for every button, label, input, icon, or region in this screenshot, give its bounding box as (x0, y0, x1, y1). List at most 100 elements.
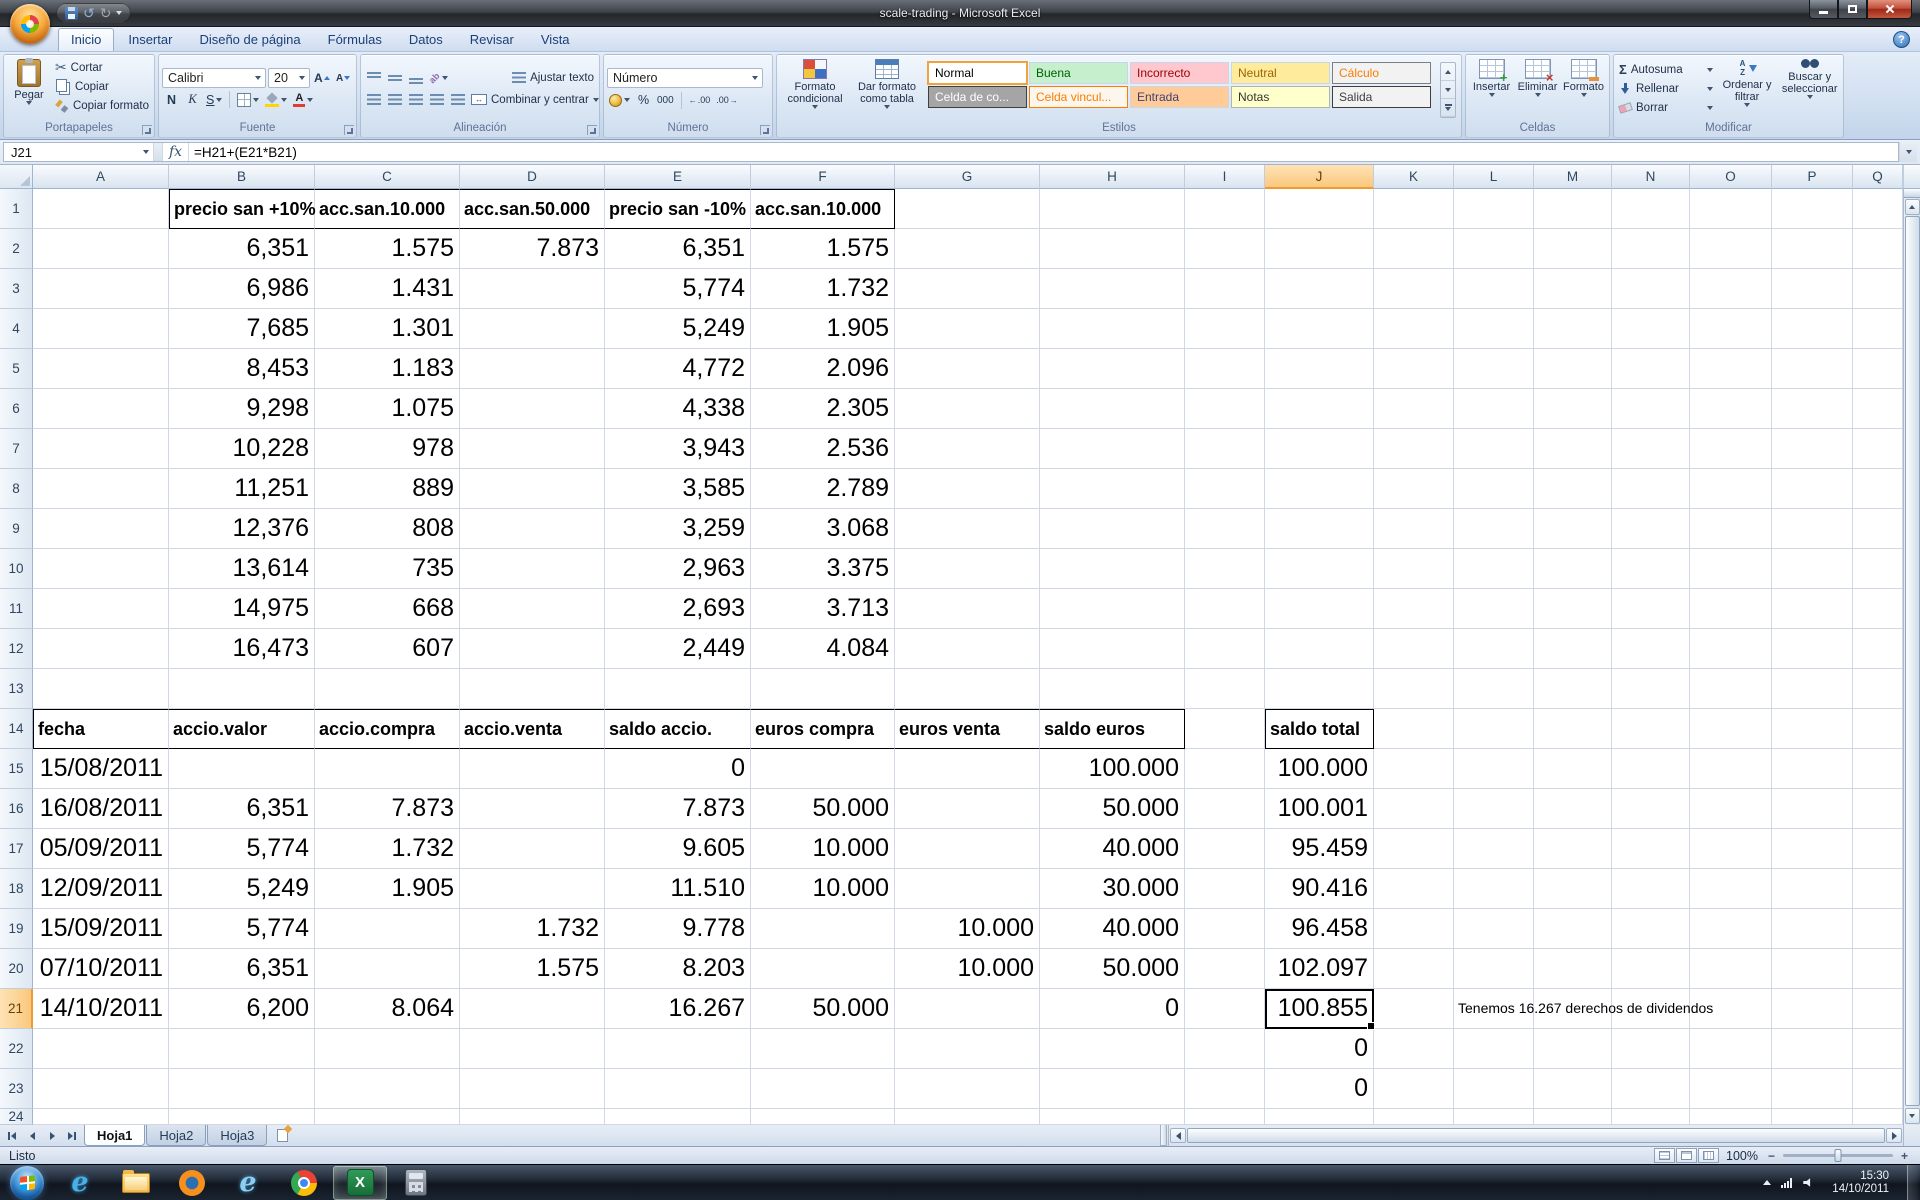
taskbar-excel-button[interactable] (333, 1166, 387, 1200)
previous-sheet-button[interactable] (23, 1127, 41, 1144)
cell-B17[interactable]: 5,774 (169, 829, 315, 869)
cell-B12[interactable]: 16,473 (169, 629, 315, 669)
row-header-3[interactable]: 3 (0, 269, 33, 309)
cell-L7[interactable] (1454, 429, 1534, 469)
cell-A14[interactable]: fecha (33, 709, 169, 749)
cell-E10[interactable]: 2,963 (605, 549, 751, 589)
taskbar-calculator-button[interactable] (389, 1166, 443, 1200)
paste-button[interactable]: Pegar (7, 57, 51, 120)
grow-font-button[interactable] (312, 69, 332, 88)
cell-K1[interactable] (1374, 189, 1454, 229)
cell-F16[interactable]: 50.000 (751, 789, 895, 829)
cell-G16[interactable] (895, 789, 1040, 829)
cell-G15[interactable] (895, 749, 1040, 789)
show-desktop-button[interactable] (1907, 1165, 1918, 1200)
cell-P13[interactable] (1772, 669, 1853, 709)
cell-Q13[interactable] (1853, 669, 1903, 709)
delete-cells-button[interactable]: Eliminar (1515, 57, 1560, 120)
cell-A17[interactable]: 05/09/2011 (33, 829, 169, 869)
cell-P4[interactable] (1772, 309, 1853, 349)
cell-J5[interactable] (1265, 349, 1374, 389)
cell-M9[interactable] (1534, 509, 1612, 549)
cell-H19[interactable]: 40.000 (1040, 909, 1185, 949)
cell-N11[interactable] (1612, 589, 1690, 629)
comma-style-button[interactable]: 000 (655, 91, 676, 110)
cell-F12[interactable]: 4.084 (751, 629, 895, 669)
cell-A13[interactable] (33, 669, 169, 709)
cell-A9[interactable] (33, 509, 169, 549)
cell-J18[interactable]: 90.416 (1265, 869, 1374, 909)
sheet-tab-hoja2[interactable]: Hoja2 (146, 1125, 206, 1146)
cell-M4[interactable] (1534, 309, 1612, 349)
column-header-K[interactable]: K (1374, 165, 1454, 189)
cell-P2[interactable] (1772, 229, 1853, 269)
cell-O17[interactable] (1690, 829, 1772, 869)
cell-E5[interactable]: 4,772 (605, 349, 751, 389)
cell-K20[interactable] (1374, 949, 1454, 989)
cell-L10[interactable] (1454, 549, 1534, 589)
cell-M16[interactable] (1534, 789, 1612, 829)
scroll-up-button[interactable] (1905, 199, 1920, 215)
cell-N22[interactable] (1612, 1029, 1690, 1069)
cell-K9[interactable] (1374, 509, 1454, 549)
cell-B5[interactable]: 8,453 (169, 349, 315, 389)
cell-B8[interactable]: 11,251 (169, 469, 315, 509)
clear-button[interactable]: Borrar (1617, 98, 1715, 117)
column-header-D[interactable]: D (460, 165, 605, 189)
row-header-15[interactable]: 15 (0, 749, 33, 789)
cell-I15[interactable] (1185, 749, 1265, 789)
cell-D17[interactable] (460, 829, 605, 869)
cell-K15[interactable] (1374, 749, 1454, 789)
redo-button[interactable] (100, 5, 112, 21)
italic-button[interactable]: K (183, 90, 202, 109)
cell-Q22[interactable] (1853, 1029, 1903, 1069)
font-dialog-launcher[interactable] (344, 125, 354, 135)
cell-G24[interactable] (895, 1109, 1040, 1125)
cell-C3[interactable]: 1.431 (315, 269, 460, 309)
cell-E17[interactable]: 9.605 (605, 829, 751, 869)
cell-O23[interactable] (1690, 1069, 1772, 1109)
cell-H21[interactable]: 0 (1040, 989, 1185, 1029)
cell-E15[interactable]: 0 (605, 749, 751, 789)
cell-G9[interactable] (895, 509, 1040, 549)
cell-E1[interactable]: precio san -10% (605, 189, 751, 229)
cell-P6[interactable] (1772, 389, 1853, 429)
underline-button[interactable]: S (204, 90, 224, 109)
cell-K3[interactable] (1374, 269, 1454, 309)
cell-H12[interactable] (1040, 629, 1185, 669)
cell-G5[interactable] (895, 349, 1040, 389)
row-header-12[interactable]: 12 (0, 629, 33, 669)
cell-L15[interactable] (1454, 749, 1534, 789)
cell-F5[interactable]: 2.096 (751, 349, 895, 389)
cell-A18[interactable]: 12/09/2011 (33, 869, 169, 909)
cell-N1[interactable] (1612, 189, 1690, 229)
cell-C22[interactable] (315, 1029, 460, 1069)
first-sheet-button[interactable] (3, 1127, 21, 1144)
cell-A2[interactable] (33, 229, 169, 269)
column-header-G[interactable]: G (895, 165, 1040, 189)
cell-O1[interactable] (1690, 189, 1772, 229)
cell-K4[interactable] (1374, 309, 1454, 349)
cell-Q4[interactable] (1853, 309, 1903, 349)
cell-N8[interactable] (1612, 469, 1690, 509)
cell-J19[interactable]: 96.458 (1265, 909, 1374, 949)
cell-P15[interactable] (1772, 749, 1853, 789)
cell-N17[interactable] (1612, 829, 1690, 869)
cell-I6[interactable] (1185, 389, 1265, 429)
cell-N5[interactable] (1612, 349, 1690, 389)
cell-E11[interactable]: 2,693 (605, 589, 751, 629)
cell-N14[interactable] (1612, 709, 1690, 749)
cell-C7[interactable]: 978 (315, 429, 460, 469)
decrease-decimal-button[interactable] (714, 91, 740, 110)
cell-Q6[interactable] (1853, 389, 1903, 429)
cell-D7[interactable] (460, 429, 605, 469)
cell-A6[interactable] (33, 389, 169, 429)
cell-H14[interactable]: saldo euros (1040, 709, 1185, 749)
last-sheet-button[interactable] (63, 1127, 81, 1144)
gallery-more-button[interactable] (1441, 99, 1455, 117)
tab-fórmulas[interactable]: Fórmulas (315, 28, 395, 51)
orientation-button[interactable] (427, 68, 450, 87)
zoom-level[interactable]: 100% (1726, 1149, 1758, 1163)
cell-O13[interactable] (1690, 669, 1772, 709)
cell-D18[interactable] (460, 869, 605, 909)
